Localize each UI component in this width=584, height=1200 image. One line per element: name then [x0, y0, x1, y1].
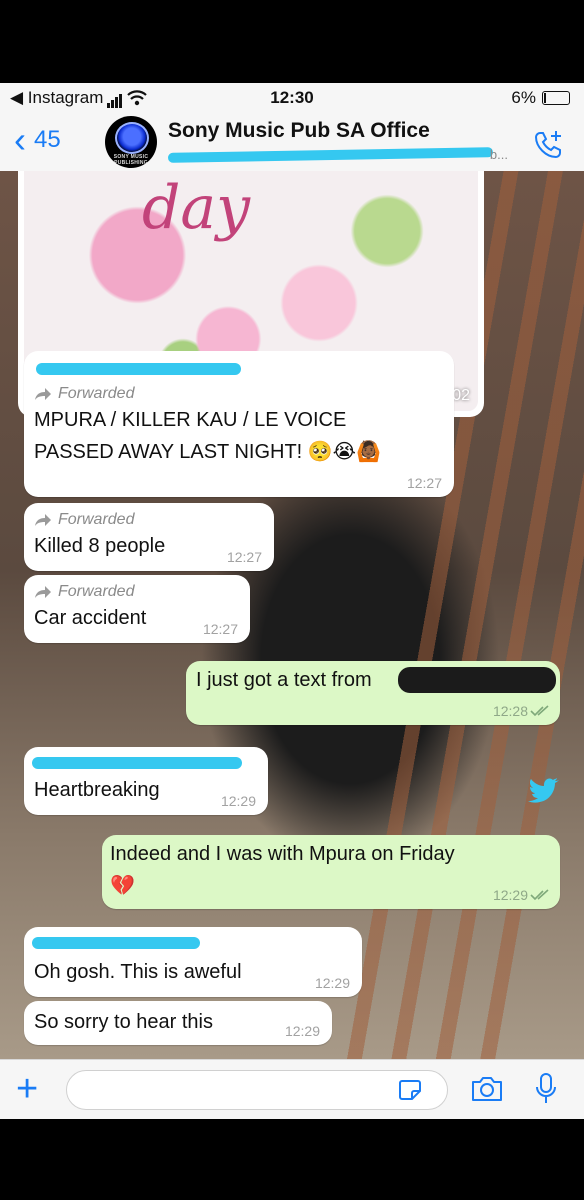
message-time: 12:29: [220, 793, 256, 809]
chat-subtitle[interactable]: b...: [168, 147, 508, 163]
incoming-message[interactable]: Oh gosh. This is aweful 12:29: [24, 927, 362, 997]
message-time: 12:29: [314, 975, 350, 991]
redaction-block: [398, 667, 556, 693]
forwarded-text: Forwarded: [58, 385, 135, 402]
mic-icon[interactable]: [534, 1072, 558, 1106]
message-text: MPURA / KILLER KAU / LE VOICE: [34, 409, 347, 431]
chat-header: ‹ 45 SONY MUSIC PUBLISHING Sony Music Pu…: [0, 113, 584, 172]
battery-icon: [542, 91, 570, 105]
message-text: So sorry to hear this: [34, 1011, 213, 1033]
incoming-message[interactable]: Forwarded MPURA / KILLER KAU / LE VOICE …: [24, 351, 454, 497]
message-text: I just got a text from: [196, 669, 372, 691]
add-call-icon[interactable]: [532, 127, 566, 161]
message-time: 12:27: [226, 549, 262, 565]
unread-count: 45: [34, 126, 61, 153]
forwarded-text: Forwarded: [58, 583, 135, 600]
twitter-bird-icon: [528, 778, 559, 803]
chat-title[interactable]: Sony Music Pub SA Office: [168, 119, 430, 143]
incoming-message[interactable]: Forwarded Car accident 12:27: [24, 575, 250, 643]
clock: 12:30: [270, 88, 314, 107]
status-bar: ◀ Instagram 12:30 6%: [0, 83, 584, 113]
message-time: 12:29: [492, 887, 528, 903]
phone-screen: ◀ Instagram 12:30 6% ‹ 45 SONY MUSIC PUB…: [0, 83, 584, 1119]
avatar-logo: [115, 122, 149, 154]
forward-icon: [35, 514, 51, 526]
message-text: Killed 8 people: [34, 535, 166, 557]
message-text-line2: PASSED AWAY LAST NIGHT! 🥺😭🙆🏾: [34, 441, 381, 463]
forwarded-label: Forwarded: [34, 511, 134, 529]
message-text: Oh gosh. This is aweful: [34, 961, 242, 983]
double-check-icon: [530, 889, 549, 901]
double-check-icon: [530, 705, 549, 717]
incoming-message[interactable]: So sorry to hear this 12:29: [24, 1001, 332, 1045]
back-chevron-icon: ‹: [14, 119, 26, 160]
forward-icon: [35, 586, 51, 598]
plus-icon[interactable]: +: [16, 1070, 38, 1108]
sender-redaction: [36, 363, 241, 375]
forwarded-label: Forwarded: [34, 385, 134, 403]
back-button[interactable]: ‹ 45: [14, 119, 61, 160]
battery-percent: 6%: [511, 88, 536, 107]
group-avatar[interactable]: SONY MUSIC PUBLISHING: [105, 116, 157, 168]
image-script-text: day: [142, 173, 251, 243]
sender-redaction: [32, 937, 200, 949]
incoming-message[interactable]: Forwarded Killed 8 people 12:27: [24, 503, 274, 571]
redaction-scribble: [168, 147, 494, 163]
incoming-message[interactable]: Heartbreaking 12:29: [24, 747, 268, 815]
sticker-icon[interactable]: [398, 1079, 422, 1101]
avatar-caption: SONY MUSIC PUBLISHING: [113, 154, 149, 166]
message-time: 12:29: [284, 1023, 320, 1039]
camera-icon[interactable]: [470, 1074, 504, 1104]
composer-bar: +: [0, 1059, 584, 1119]
forwarded-text: Forwarded: [58, 511, 135, 528]
forwarded-label: Forwarded: [34, 583, 134, 601]
subtitle-ellipsis: b...: [489, 147, 508, 162]
message-input[interactable]: [66, 1070, 448, 1110]
forward-icon: [35, 388, 51, 400]
message-time: 12:27: [406, 475, 442, 491]
message-time: 12:28: [492, 703, 528, 719]
message-time: 12:27: [202, 621, 238, 637]
message-text: Car accident: [34, 607, 147, 629]
broken-heart-emoji: 💔: [110, 875, 135, 897]
message-text: Indeed and I was with Mpura on Friday: [110, 843, 455, 865]
sender-redaction: [32, 757, 242, 769]
outgoing-message[interactable]: I just got a text from 12:28: [186, 661, 560, 725]
message-text: Heartbreaking: [34, 779, 160, 801]
outgoing-message[interactable]: Indeed and I was with Mpura on Friday 💔 …: [102, 835, 560, 909]
